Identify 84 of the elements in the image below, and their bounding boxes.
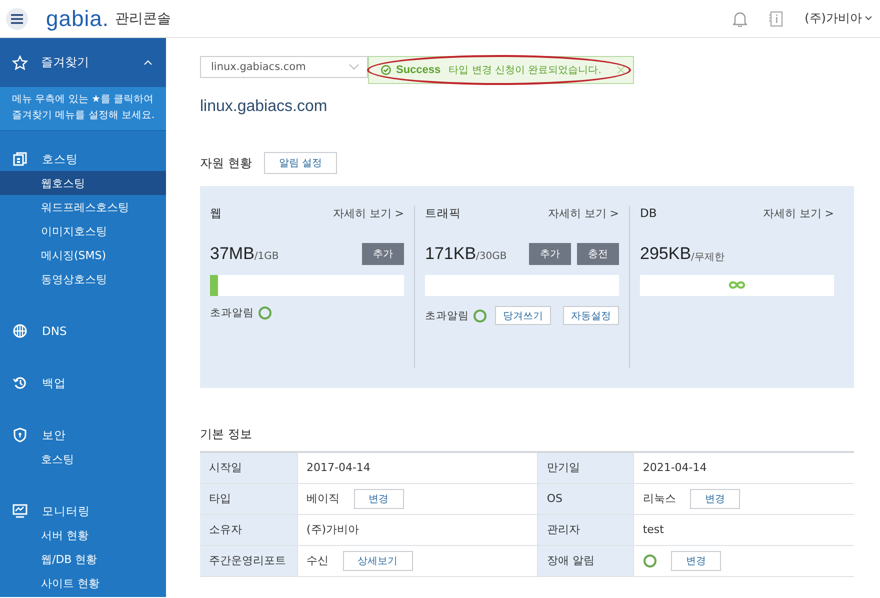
details-link[interactable]: 자세히 보기 >	[548, 206, 619, 221]
sidebar-group[interactable]: DNS	[42, 324, 67, 338]
sidebar-item[interactable]: 동영상호스팅	[0, 267, 166, 291]
sidebar-item[interactable]: 웹/DB 현황	[0, 547, 166, 571]
toast-status: Success	[396, 64, 441, 76]
table-value: 베이직	[306, 491, 340, 506]
usage-value: 171KB	[425, 244, 476, 264]
usage-value: 295KB	[640, 244, 692, 264]
sidebar-item[interactable]: 메시징(SMS)	[0, 243, 166, 267]
sidebar-group[interactable]: 호스팅	[42, 152, 78, 166]
menu-button[interactable]	[6, 8, 28, 30]
alert-settings-button[interactable]: 알림 설정	[264, 152, 338, 174]
change-button[interactable]: 상세보기	[342, 550, 412, 570]
monitor-icon	[12, 503, 28, 519]
favorites-header[interactable]: 즐겨찾기	[0, 38, 166, 87]
table-label: 만기일	[537, 452, 634, 483]
table-label: 타입	[200, 483, 297, 514]
table-value: 2017-04-14	[306, 461, 370, 474]
close-icon[interactable]	[617, 66, 625, 74]
domain-select[interactable]: linux.gabiacs.com	[200, 56, 368, 78]
favorites-hint: 메뉴 우측에 있는 ★를 클릭하여 즐겨찾기 메뉴를 설정해 보세요.	[0, 87, 166, 131]
card-button[interactable]: 추가	[362, 243, 404, 265]
sidebar-item[interactable]: 워드프레스호스팅	[0, 195, 166, 219]
card-title: 웹	[210, 206, 222, 221]
table-value: test	[642, 523, 664, 536]
shield-icon	[12, 427, 28, 443]
table-value: 수신	[306, 553, 328, 568]
alert-label: 초과알림	[425, 308, 469, 322]
sidebar-item[interactable]: 이미지호스팅	[0, 219, 166, 243]
card-button[interactable]: 충전	[577, 243, 619, 265]
usage-limit: /30GB	[476, 251, 507, 262]
table-label: 장애 알림	[537, 545, 634, 576]
sidebar-group[interactable]: 모니터링	[42, 504, 90, 518]
table-value: 2021-04-14	[642, 461, 707, 474]
menu-icon	[11, 14, 23, 24]
star-icon	[12, 54, 28, 70]
card-action-button[interactable]: 자동설정	[563, 306, 619, 325]
change-button[interactable]: 변경	[690, 488, 740, 508]
caret-icon	[865, 16, 872, 21]
page-title: linux.gabiacs.com	[200, 98, 328, 116]
alert-ring-icon	[642, 554, 657, 568]
info-icon[interactable]	[768, 10, 783, 26]
status-ring-icon	[473, 308, 487, 322]
caret-icon	[349, 64, 359, 70]
favorites-label: 즐겨찾기	[41, 54, 90, 71]
user-menu[interactable]: (주)가비아	[804, 10, 872, 27]
logo[interactable]: gabia.	[46, 6, 109, 32]
servers-icon	[12, 151, 28, 167]
table-label: 시작일	[200, 452, 297, 483]
section-title: 자원 현황	[200, 154, 252, 172]
sidebar-item[interactable]: 서버 현황	[0, 523, 166, 547]
table-value: (주)가비아	[306, 522, 360, 537]
sidebar-item[interactable]: 웹호스팅	[0, 171, 166, 195]
table-label: 관리자	[537, 514, 634, 545]
chevron-icon[interactable]	[144, 60, 152, 65]
section-title: 기본 정보	[200, 426, 253, 443]
change-button[interactable]: 변경	[354, 488, 404, 508]
alert-label: 초과알림	[210, 306, 254, 320]
usage-value: 37MB	[210, 244, 254, 264]
toast-message: 타입 변경 신청이 완료되었습니다.	[448, 64, 602, 77]
table-label: OS	[537, 483, 634, 514]
globe-icon	[12, 323, 28, 339]
sidebar-item[interactable]: 사이트 현황	[0, 571, 166, 595]
details-link[interactable]: 자세히 보기 >	[332, 206, 404, 221]
sidebar-group[interactable]: 보안	[42, 428, 66, 442]
sidebar-item[interactable]: 호스팅	[0, 447, 166, 471]
usage-limit: /무제한	[691, 250, 724, 264]
bell-icon[interactable]	[732, 10, 747, 26]
table-label: 주간운영리포트	[200, 545, 297, 576]
status-ring-icon	[258, 306, 272, 320]
history-icon	[12, 375, 28, 391]
app-title: 관리콘솔	[114, 10, 171, 28]
card-title: DB	[640, 206, 657, 221]
table-label: 소유자	[200, 514, 297, 545]
table-value: 리눅스	[642, 491, 676, 506]
card-button[interactable]: 추가	[529, 243, 571, 265]
card-title: 트래픽	[425, 206, 461, 221]
change-button[interactable]: 변경	[670, 550, 721, 570]
usage-limit: /1GB	[254, 251, 279, 262]
sidebar-group[interactable]: 백업	[42, 376, 66, 390]
details-link[interactable]: 자세히 보기 >	[762, 206, 834, 221]
check-circle-icon	[381, 65, 391, 75]
card-action-button[interactable]: 당겨쓰기	[495, 306, 551, 325]
infinity-icon	[727, 280, 747, 290]
